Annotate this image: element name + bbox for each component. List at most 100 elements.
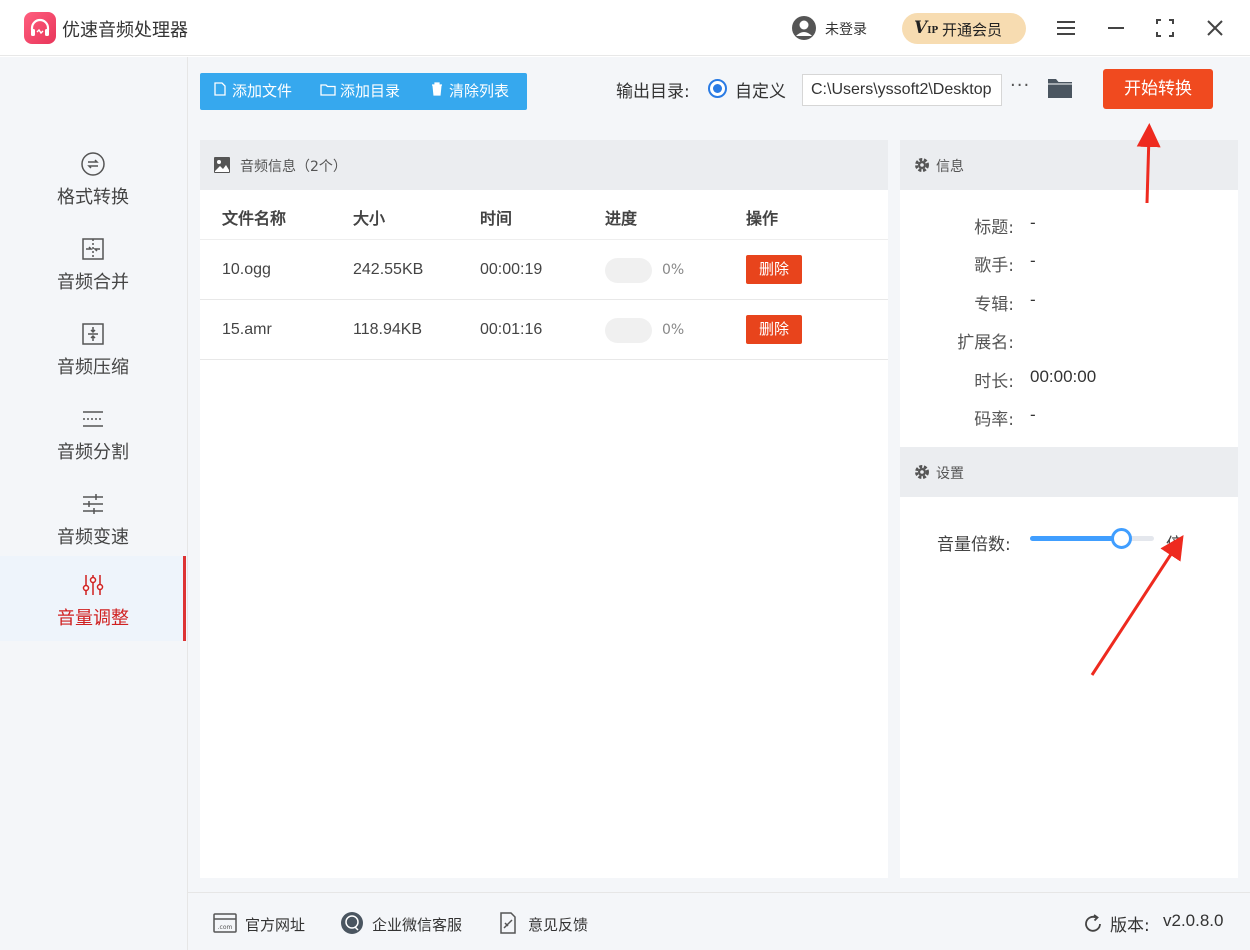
add-file-button[interactable]: 添加文件 [212, 73, 292, 110]
info-value: - [1030, 251, 1036, 270]
file-size: 242.55KB [353, 261, 424, 278]
info-row-album: 专辑: - [900, 290, 1238, 320]
sidebar-item-label: 音频合并 [57, 272, 129, 293]
info-row-artist: 歌手: - [900, 251, 1238, 281]
column-header: 时间 [480, 209, 513, 228]
sidebar-item-format-convert[interactable]: 格式转换 [0, 143, 186, 228]
trash-icon [429, 74, 445, 111]
file-tool-group: 添加文件 添加目录 清除列表 [200, 73, 527, 110]
column-header: 操作 [746, 209, 779, 228]
clear-list-button[interactable]: 清除列表 [429, 73, 509, 110]
audio-split-icon [83, 411, 103, 427]
info-value: - [1030, 405, 1036, 424]
volume-slider[interactable] [1030, 528, 1154, 549]
more-options-button[interactable]: ··· [1010, 75, 1030, 96]
version-label: 版本: [1110, 916, 1150, 936]
minimize-icon[interactable] [1102, 14, 1130, 42]
info-key: 标题: [974, 218, 1014, 238]
file-list-panel: 音频信息（2个） 文件名称 大小 时间 进度 操作 10.ogg 242.55K… [200, 140, 888, 878]
audio-speed-icon [83, 494, 103, 514]
website-icon: .com [213, 913, 237, 933]
column-header: 文件名称 [222, 209, 287, 228]
refresh-icon [1085, 914, 1101, 932]
info-panel: 信息 标题: - 歌手: - 专辑: - 扩展名: 时长: 00:00:00 码… [900, 140, 1238, 878]
info-key: 专辑: [974, 295, 1014, 315]
file-size: 118.94KB [353, 321, 423, 338]
file-list-header: 音频信息（2个） [200, 140, 888, 190]
column-header: 进度 [605, 209, 638, 228]
svg-text:.com: .com [218, 924, 233, 931]
custom-dir-label[interactable]: 自定义 [735, 77, 786, 102]
settings-header: 设置 [900, 447, 1238, 497]
audio-merge-icon [82, 238, 104, 260]
sidebar-item-audio-merge[interactable]: 音频合并 [0, 228, 186, 313]
info-key: 扩展名: [957, 333, 1014, 353]
folder-icon [320, 74, 336, 111]
file-list-title: 音频信息（2个） [240, 159, 347, 175]
login-link[interactable]: 未登录 [825, 19, 867, 39]
gear-icon [915, 465, 929, 479]
file-duration: 00:01:16 [480, 321, 543, 338]
sidebar-item-label: 音量调整 [57, 608, 129, 629]
footer: .com 官方网址 企业微信客服 意见反馈 版本: v2.0.8.0 [188, 892, 1250, 950]
website-label: 官方网址 [245, 916, 306, 934]
version-number: v2.0.8.0 [1163, 911, 1224, 930]
table-row[interactable]: 10.ogg 242.55KB 00:00:19 0% 删除 [200, 240, 888, 300]
delete-button[interactable]: 删除 [746, 315, 802, 344]
vip-button[interactable]: VIP 开通会员 [902, 13, 1026, 44]
progress-text: 0% [662, 322, 685, 338]
volume-slider-thumb[interactable] [1110, 528, 1132, 549]
info-title: 信息 [936, 159, 964, 175]
vip-label: 开通会员 [942, 21, 1003, 39]
info-key: 码率: [974, 410, 1014, 430]
file-name: 15.amr [222, 321, 272, 338]
feedback-label: 意见反馈 [528, 916, 589, 934]
progress-text: 0% [662, 262, 685, 278]
info-row-extension: 扩展名: [900, 328, 1238, 358]
progress-bar [605, 258, 652, 283]
settings-title: 设置 [936, 466, 964, 482]
start-convert-button[interactable]: 开始转换 [1103, 69, 1213, 109]
info-row-bitrate: 码率: - [900, 405, 1238, 435]
main-area: 音频信息（2个） 文件名称 大小 时间 进度 操作 10.ogg 242.55K… [188, 127, 1250, 892]
volume-slider-fill [1030, 536, 1121, 541]
info-key: 时长: [974, 372, 1014, 392]
info-key: 歌手: [974, 256, 1014, 276]
maximize-icon[interactable] [1151, 14, 1179, 42]
headphones-icon [24, 12, 56, 44]
menu-icon[interactable] [1052, 14, 1080, 42]
gear-icon [915, 158, 929, 172]
info-value: - [1030, 290, 1036, 309]
close-icon[interactable] [1201, 14, 1229, 42]
info-row-title: 标题: - [900, 213, 1238, 243]
table-header: 文件名称 大小 时间 进度 操作 [200, 190, 888, 240]
volume-unit: 倍 [1166, 535, 1183, 555]
wechat-icon [341, 912, 363, 934]
column-header: 大小 [353, 209, 386, 228]
user-icon[interactable] [791, 15, 817, 41]
add-folder-button[interactable]: 添加目录 [320, 73, 400, 110]
output-path-input[interactable] [802, 74, 1002, 106]
info-value: - [1030, 213, 1036, 232]
sidebar-item-audio-compress[interactable]: 音频压缩 [0, 313, 186, 398]
sidebar-item-label: 音频分割 [57, 442, 129, 463]
custom-dir-radio[interactable] [708, 79, 727, 98]
add-file-label: 添加文件 [232, 82, 293, 100]
info-value: 00:00:00 [1030, 367, 1097, 386]
toolbar: 添加文件 添加目录 清除列表 输出目录: 自定义 ··· 开始转换 [188, 57, 1250, 127]
format-convert-icon [81, 152, 105, 176]
delete-button[interactable]: 删除 [746, 255, 802, 284]
sidebar: 格式转换 音频合并 音频压缩 音频分割 音频变速 音量调整 [0, 57, 188, 950]
sidebar-item-label: 音频压缩 [57, 357, 129, 378]
add-folder-label: 添加目录 [340, 82, 401, 100]
image-icon [214, 157, 230, 173]
vip-badge: VIP [914, 18, 939, 38]
audio-compress-icon [82, 323, 104, 345]
sidebar-item-label: 音频变速 [57, 527, 129, 548]
sidebar-item-audio-split[interactable]: 音频分割 [0, 398, 186, 483]
open-folder-icon[interactable] [1046, 76, 1074, 100]
sidebar-item-volume-adjust[interactable]: 音量调整 [0, 556, 186, 641]
info-header: 信息 [900, 140, 1238, 190]
table-row[interactable]: 15.amr 118.94KB 00:01:16 0% 删除 [200, 300, 888, 360]
volume-label: 音量倍数: [937, 535, 1011, 555]
